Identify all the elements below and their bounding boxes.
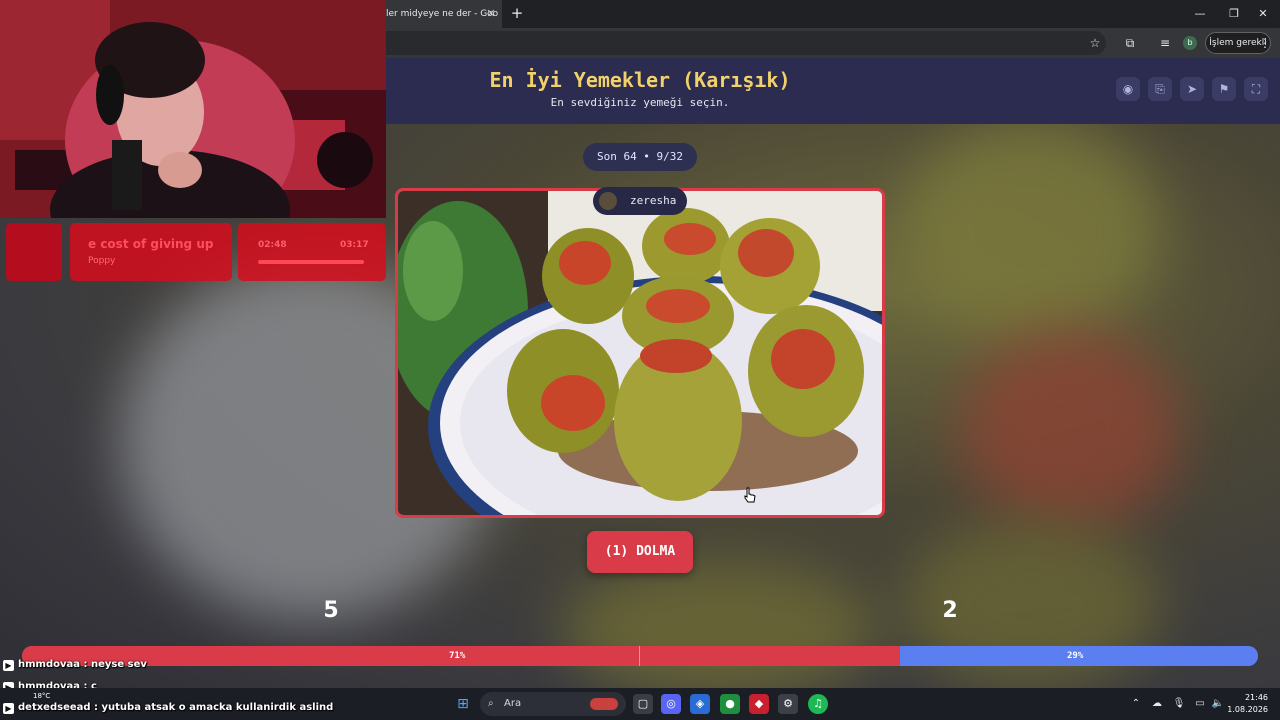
- author-name: zeresha: [630, 194, 677, 207]
- search-highlight-image: [590, 698, 618, 710]
- weather-temperature[interactable]: 18°C: [33, 692, 50, 700]
- song-artist: Poppy: [88, 256, 116, 266]
- spotify-icon[interactable]: ♫: [808, 694, 828, 714]
- chat-username: detxedseead: [18, 702, 91, 713]
- copy-icon[interactable]: ⎘: [1148, 77, 1172, 101]
- chat-text: yutuba atsak o amacka kullanirdik aslind: [101, 702, 334, 713]
- discord-icon[interactable]: ◎: [661, 694, 681, 714]
- chrome-icon[interactable]: ●: [720, 694, 740, 714]
- vote-choice-button[interactable]: (1) DOLMA: [587, 531, 693, 573]
- vote-progress-bar: 71% 29%: [22, 646, 1258, 666]
- extensions-icon[interactable]: ⧉: [1121, 34, 1139, 52]
- app-red-icon[interactable]: ◆: [749, 694, 769, 714]
- new-tab-icon[interactable]: +: [506, 0, 528, 28]
- eye-icon[interactable]: ◉: [1116, 77, 1140, 101]
- round-indicator: Son 64 • 9/32: [583, 143, 697, 171]
- tray-expand-icon[interactable]: ⌃: [1129, 697, 1143, 711]
- send-icon[interactable]: ➤: [1180, 77, 1204, 101]
- steam-icon[interactable]: ⚙: [778, 694, 798, 714]
- mouse-pointer-icon: [744, 487, 756, 503]
- webcam-overlay: [0, 0, 386, 218]
- page-subtitle: En sevdiğiniz yemeği seçin.: [550, 96, 730, 109]
- close-window-icon[interactable]: ✕: [1246, 0, 1280, 28]
- clock-time: 21:46: [1244, 693, 1268, 702]
- menu-kebab-icon[interactable]: ⋮: [1256, 34, 1274, 52]
- taskbar-search[interactable]: ⌕ Ara: [480, 692, 626, 716]
- address-bar[interactable]: ☆: [386, 31, 1106, 55]
- page-title: En İyi Yemekler (Karışık): [489, 68, 791, 92]
- screen: ler midyeye ne der - Goo ✕ + — ❐ ✕ ☆ ⧉ ≡…: [0, 0, 1280, 720]
- song-title: e cost of giving up: [88, 237, 214, 251]
- windows-start-icon[interactable]: ⊞: [453, 694, 473, 714]
- display-icon[interactable]: ▭: [1193, 697, 1207, 711]
- chat-text: neyse sev: [90, 659, 147, 670]
- browser-titlebar: ler midyeye ne der - Goo ✕ + — ❐ ✕: [386, 0, 1280, 28]
- taskbar-clock[interactable]: 21:46 1.08.2026: [1208, 692, 1268, 716]
- browser-toolbar: ☆ ⧉ ≡ b İşlem gerekli ⋮: [386, 28, 1280, 58]
- album-art: [6, 223, 62, 281]
- chat-badge-icon: ▶: [3, 703, 14, 714]
- chat-username: hmmdovaa: [18, 659, 81, 670]
- flag-icon[interactable]: ⚑: [1212, 77, 1236, 101]
- chat-message: ▶ hmmdovaa : neyse sev: [3, 659, 147, 671]
- author-avatar: [599, 192, 617, 210]
- food-image-card[interactable]: [395, 188, 885, 518]
- author-badge: zeresha: [593, 187, 687, 215]
- bookmark-star-icon[interactable]: ☆: [1086, 34, 1104, 52]
- tab-close-icon[interactable]: ✕: [484, 0, 498, 28]
- clock-date: 1.08.2026: [1227, 705, 1268, 714]
- song-progress-widget: 02:48 03:17: [238, 223, 386, 281]
- fullscreen-icon[interactable]: ⛶: [1244, 77, 1268, 101]
- streamer-webcam-image: [0, 0, 386, 218]
- vote-bar-midline: [639, 646, 640, 666]
- song-total: 03:17: [340, 240, 369, 250]
- task-view-icon[interactable]: ▢: [633, 694, 653, 714]
- tab-title: ler midyeye ne der - Goo: [386, 9, 499, 19]
- left-percent-label: 71%: [449, 651, 466, 661]
- song-elapsed: 02:48: [258, 240, 287, 250]
- song-progress-track: [258, 260, 364, 264]
- app-icon[interactable]: ◈: [690, 694, 710, 714]
- profile-avatar[interactable]: b: [1183, 36, 1197, 50]
- dolma-image: [398, 191, 882, 515]
- minimize-icon[interactable]: —: [1183, 0, 1217, 28]
- chat-badge-icon: ▶: [3, 660, 14, 671]
- chat-message: ▶ detxedseead : yutuba atsak o amacka kul…: [3, 702, 333, 714]
- left-vote-count: 5: [323, 598, 339, 623]
- microphone-icon[interactable]: 🎙: [1172, 697, 1186, 711]
- media-control-icon[interactable]: ≡: [1156, 34, 1174, 52]
- right-vote-count: 2: [942, 598, 958, 623]
- search-icon: ⌕: [488, 698, 494, 709]
- site-header: En İyi Yemekler (Karışık) En sevdiğiniz …: [386, 58, 1280, 124]
- right-percent-label: 29%: [1067, 651, 1084, 661]
- tray-network-icon[interactable]: ☁: [1150, 697, 1164, 711]
- taskbar-search-label: Ara: [504, 698, 522, 709]
- now-playing-widget: e cost of giving up Poppy: [70, 223, 232, 281]
